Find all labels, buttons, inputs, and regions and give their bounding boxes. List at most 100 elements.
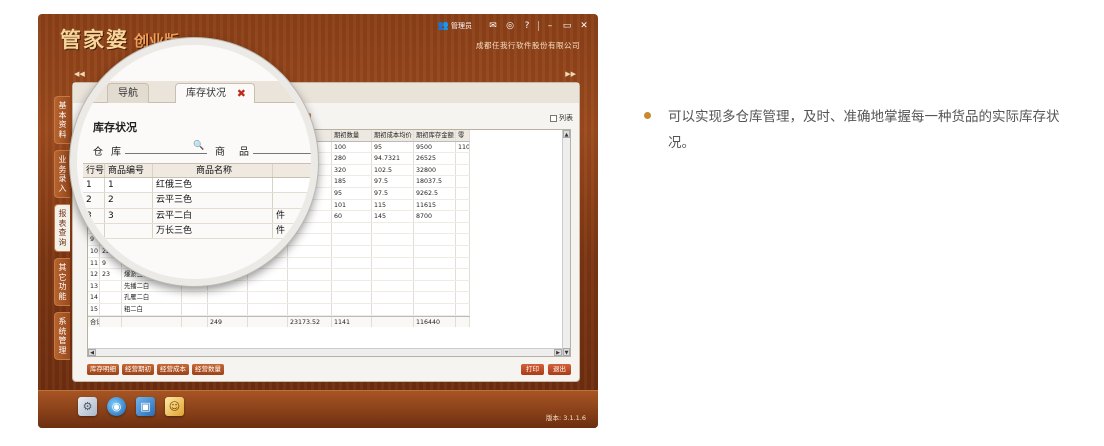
grid-cell[interactable]: 249 (208, 316, 248, 328)
by-cost-button[interactable]: 经营成本 (157, 364, 189, 375)
magnified-grid-cell[interactable]: 云平二白 (153, 208, 273, 223)
left-tab-business-entry[interactable]: 业务录入 (54, 150, 70, 198)
by-quantity-button[interactable]: 经营数量 (192, 364, 224, 375)
grid-cell[interactable]: 60 (332, 211, 372, 222)
grid-cell[interactable] (456, 211, 470, 222)
grid-cell[interactable] (414, 246, 456, 257)
grid-cell[interactable]: 102.5 (372, 164, 414, 176)
grid-cell[interactable] (288, 304, 332, 315)
grid-cell[interactable]: 145 (372, 211, 414, 222)
grid-cell[interactable] (456, 269, 470, 280)
magnified-grid-cell[interactable] (105, 223, 153, 238)
grid-cell[interactable] (414, 269, 456, 280)
grid-cell[interactable] (414, 292, 456, 303)
grid-cell[interactable] (414, 234, 456, 245)
exit-button[interactable]: 退出 (548, 364, 571, 375)
left-tab-report-query[interactable]: 报表查询 (54, 204, 70, 252)
settings-icon[interactable]: ⚙ (78, 397, 97, 416)
grid-cell[interactable] (414, 280, 456, 292)
scroll-up-icon[interactable]: ▲ (563, 130, 570, 138)
list-checkbox[interactable] (550, 114, 557, 122)
grid-cell[interactable] (182, 304, 208, 315)
grid-cell[interactable]: 合计 (88, 316, 100, 328)
grid-vertical-scrollbar[interactable]: ▲ ▼ (562, 130, 570, 356)
grid-cell[interactable] (372, 246, 414, 257)
weibo-icon[interactable]: ◎ (504, 20, 516, 32)
grid-cell[interactable] (372, 222, 414, 234)
magnified-grid-cell[interactable]: 万长三色 (153, 223, 273, 238)
magnified-grid-cell[interactable]: 2 (83, 193, 105, 208)
tab-navigation[interactable]: 导航 (107, 83, 149, 103)
window-icon[interactable]: ▣ (136, 397, 155, 416)
magnified-grid-cell[interactable]: 4 (83, 223, 105, 238)
grid-cell[interactable]: 18037.5 (414, 176, 456, 187)
grid-cell[interactable] (208, 304, 248, 315)
grid-cell[interactable] (332, 280, 372, 292)
left-tab-basic-data[interactable]: 基本资料 (54, 96, 70, 144)
grid-cell[interactable]: 185 (332, 176, 372, 187)
grid-cell[interactable] (288, 292, 332, 303)
grid-cell[interactable] (456, 188, 470, 199)
magnified-grid-cell[interactable]: 2 (105, 193, 153, 208)
help-icon[interactable]: ? (521, 20, 533, 32)
magnified-column-header[interactable]: 商品名称 (153, 164, 273, 178)
grid-cell[interactable] (100, 316, 122, 328)
grid-cell[interactable] (456, 292, 470, 303)
table-row[interactable]: 13 先播二白 (88, 280, 470, 293)
grid-cell[interactable] (456, 316, 470, 328)
user-profile-icon[interactable]: ☺ (165, 397, 184, 416)
grid-cell[interactable]: 9500 (414, 141, 456, 153)
left-tab-other-functions[interactable]: 其它功能 (54, 258, 70, 306)
scroll-right-icon[interactable]: ▶ (554, 349, 562, 356)
grid-cell[interactable]: 26525 (414, 153, 456, 164)
grid-cell[interactable]: 8700 (414, 211, 456, 222)
table-row[interactable]: 15 粗二白 (88, 304, 470, 316)
grid-cell[interactable]: 115 (372, 199, 414, 211)
magnified-table-row[interactable]: 1 1 红俄三色 (83, 178, 311, 194)
magnified-table-row[interactable]: 4 万长三色件 (83, 223, 311, 239)
grid-cell[interactable] (456, 257, 470, 269)
grid-cell[interactable] (248, 316, 288, 328)
close-tab-icon[interactable]: ✖ (237, 84, 246, 104)
grid-cell[interactable] (332, 246, 372, 257)
goods-input[interactable] (253, 141, 311, 154)
current-user[interactable]: 👥 管理员 (438, 21, 472, 31)
magnified-column-header[interactable]: 商品编号 (105, 164, 153, 178)
grid-cell[interactable] (456, 280, 470, 292)
grid-horizontal-scrollbar[interactable]: ◀ ▶ (88, 348, 562, 356)
grid-cell[interactable] (372, 257, 414, 269)
grid-cell[interactable] (182, 316, 208, 328)
scroll-left-icon[interactable]: ◀ (88, 349, 96, 356)
grid-cell[interactable]: 9262.5 (414, 188, 456, 199)
magnified-grid-cell[interactable]: 1 (83, 178, 105, 193)
magnified-grid-cell[interactable]: 红俄三色 (153, 178, 273, 193)
grid-cell[interactable] (100, 280, 122, 292)
magnified-table-row[interactable]: 3 3 云平二白件 (83, 208, 311, 224)
grid-cell[interactable] (456, 164, 470, 176)
grid-cell[interactable] (414, 304, 456, 315)
grid-cell[interactable] (456, 304, 470, 315)
magnified-grid-cell[interactable]: 3 (105, 208, 153, 223)
grid-cell[interactable]: 粗二白 (122, 304, 182, 315)
grid-cell[interactable]: 97.5 (372, 188, 414, 199)
table-row[interactable]: 14 孔雁二白 (88, 292, 470, 304)
stock-detail-button[interactable]: 库存明细 (87, 364, 119, 375)
grid-cell[interactable] (456, 234, 470, 245)
grid-cell[interactable] (100, 304, 122, 315)
grid-cell[interactable]: 14 (88, 292, 100, 303)
grid-cell[interactable]: 95 (332, 188, 372, 199)
grid-cell[interactable] (456, 199, 470, 211)
grid-cell[interactable] (456, 246, 470, 257)
left-tab-system-management[interactable]: 系统管理 (54, 312, 70, 360)
grid-cell[interactable] (372, 269, 414, 280)
grid-cell[interactable]: 101 (332, 199, 372, 211)
grid-cell[interactable]: 97.5 (372, 176, 414, 187)
grid-cell[interactable] (248, 304, 288, 315)
grid-column-header[interactable]: 零 (456, 130, 470, 141)
grid-cell[interactable]: 280 (332, 153, 372, 164)
grid-cell[interactable]: 15 (88, 304, 100, 315)
print-button[interactable]: 打印 (521, 364, 544, 375)
tab-stock-status[interactable]: 库存状况 ✖ (175, 83, 255, 103)
magnified-table-row[interactable]: 2 2 云平三色 (83, 193, 311, 209)
grid-cell[interactable] (332, 269, 372, 280)
